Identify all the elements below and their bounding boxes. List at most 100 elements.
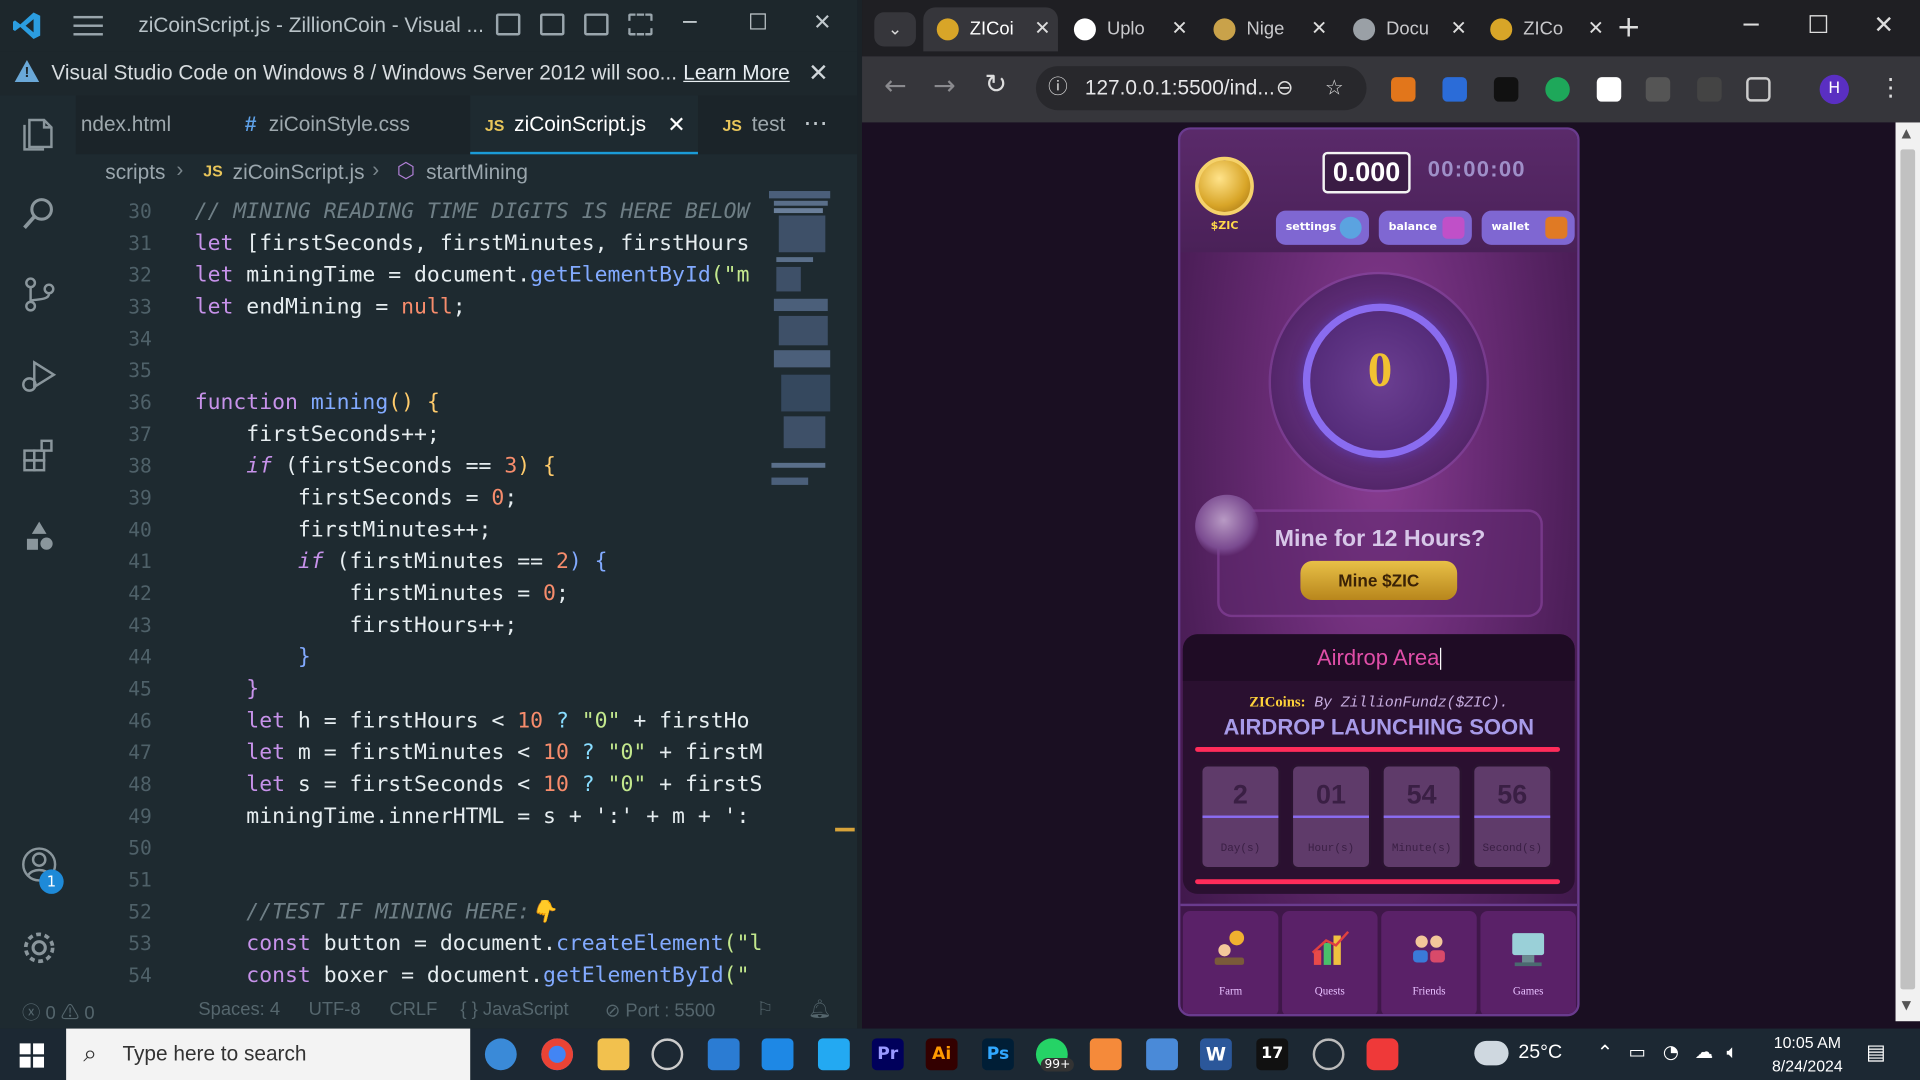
new-tab-icon[interactable]: + [1616, 10, 1641, 44]
minimize-icon[interactable]: ─ [683, 10, 696, 36]
browser-tab-docu[interactable]: Docu ✕ [1340, 7, 1475, 51]
notifications-icon[interactable]: ▤ [1866, 1041, 1886, 1065]
extension-icon[interactable] [1596, 77, 1622, 102]
tab-index-html[interactable]: ndex.html [81, 96, 171, 155]
media-player-icon[interactable] [651, 1038, 684, 1071]
volume-icon[interactable]: 🔈︎ [1727, 1041, 1738, 1063]
source-control-icon[interactable] [20, 274, 59, 313]
nav-games[interactable]: Games [1480, 911, 1576, 1014]
settings-gear-icon[interactable] [20, 928, 59, 967]
tab-test[interactable]: JS test [722, 96, 791, 155]
mine-zic-button[interactable]: Mine $ZIC [1300, 560, 1458, 601]
site-info-icon[interactable]: ⓘ [1048, 66, 1068, 110]
mail-icon[interactable] [761, 1038, 794, 1071]
page-scrollbar[interactable]: ▲ ▼ [1895, 122, 1920, 1022]
indentation-status[interactable]: Spaces: 4 [198, 999, 280, 1020]
extensions-puzzle-icon[interactable] [1746, 77, 1771, 102]
store-icon[interactable] [707, 1038, 740, 1071]
testing-icon[interactable] [20, 517, 59, 556]
file-explorer-icon[interactable] [597, 1038, 630, 1071]
profile-avatar[interactable]: H [1819, 74, 1849, 105]
edge-icon[interactable] [484, 1038, 517, 1071]
feedback-icon[interactable]: ⚐ [757, 998, 773, 1020]
windows-start-icon[interactable] [19, 1043, 45, 1068]
illustrator-icon[interactable]: Ai [925, 1038, 958, 1071]
close-icon[interactable]: ✕ [813, 10, 831, 36]
eol-status[interactable]: CRLF [389, 999, 437, 1020]
breadcrumb-folder[interactable]: scripts [105, 160, 165, 184]
chrome-icon[interactable] [541, 1038, 574, 1071]
premiere-icon[interactable]: Pr [871, 1038, 904, 1071]
close-tab-icon[interactable]: ✕ [667, 96, 685, 155]
search-icon[interactable] [20, 193, 59, 232]
photoshop-icon[interactable]: Ps [982, 1038, 1014, 1071]
dismiss-notification-icon[interactable]: ✕ [808, 58, 829, 89]
reload-icon[interactable]: ↻ [984, 70, 1007, 101]
temperature[interactable]: 25°C [1518, 1042, 1562, 1064]
toggle-sidebar-icon[interactable] [495, 13, 521, 36]
battery-icon[interactable]: ▭ [1629, 1041, 1646, 1063]
wallet-button[interactable]: wallet [1481, 210, 1575, 245]
remote-desktop-icon[interactable] [1146, 1038, 1178, 1071]
scroll-down-icon[interactable]: ▼ [1902, 999, 1911, 1012]
obs-icon[interactable] [1312, 1038, 1345, 1071]
code-editor[interactable]: 30 31 32 33 34 35 36 37 38 39 40 41 42 43 44 45 46 47 48 49… [76, 191, 761, 987]
nav-farm[interactable]: Farm [1182, 911, 1279, 1014]
run-debug-icon[interactable] [20, 355, 59, 394]
system-clock[interactable]: 10:05 AM 8/24/2024 [1756, 1031, 1859, 1078]
address-bar[interactable]: ⓘ 127.0.0.1:5500/ind... ⊖ ☆ [1035, 66, 1367, 111]
browser-tab-zicoin[interactable]: ZICoi ✕ [923, 7, 1058, 52]
balance-button[interactable]: balance [1378, 210, 1472, 245]
show-hidden-icons-icon[interactable]: ⌃ [1597, 1041, 1613, 1064]
tab-search-icon[interactable]: ⌄ [874, 12, 916, 47]
qr-extension-icon[interactable] [1645, 77, 1671, 102]
maximize-icon[interactable]: ☐ [748, 10, 768, 36]
encoding-status[interactable]: UTF-8 [309, 999, 361, 1020]
extension-icon[interactable] [1442, 77, 1467, 102]
errors-warnings[interactable]: ⓧ 0 ⚠ 0 [22, 999, 94, 1025]
browser-tab-zicoin-2[interactable]: ZICo ✕ [1477, 7, 1612, 51]
scroll-up-icon[interactable]: ▲ [1902, 127, 1911, 140]
learn-more-link[interactable]: Learn More [683, 61, 789, 85]
menu-icon[interactable] [73, 12, 103, 39]
extension-icon[interactable] [1545, 77, 1570, 102]
more-actions-icon[interactable]: ⋯ [803, 108, 827, 137]
maximize-icon[interactable]: ☐ [1807, 10, 1829, 39]
vscode-taskbar-icon[interactable] [817, 1038, 850, 1071]
extension-icon[interactable] [1697, 77, 1722, 102]
browser-tab-nige[interactable]: Nige ✕ [1200, 7, 1335, 51]
tab-zicoinscript-js[interactable]: JS ziCoinScript.js ✕ [470, 95, 698, 155]
close-tab-icon[interactable]: ✕ [1034, 7, 1050, 51]
metamask-extension-icon[interactable] [1391, 77, 1416, 102]
taskbar-search[interactable]: ⌕ Type here to search [66, 1028, 471, 1080]
zoom-icon[interactable]: ⊖ [1276, 66, 1293, 110]
close-tab-icon[interactable]: ✕ [1588, 7, 1604, 51]
close-tab-icon[interactable]: ✕ [1311, 7, 1327, 51]
breadcrumb-symbol[interactable]: startMining [426, 160, 528, 184]
close-tab-icon[interactable]: ✕ [1171, 7, 1187, 51]
breadcrumb-file[interactable]: ziCoinScript.js [233, 160, 365, 184]
close-window-icon[interactable]: ✕ [1873, 10, 1894, 39]
wifi-icon[interactable]: ◔ [1663, 1041, 1679, 1063]
forward-icon[interactable]: → [933, 71, 956, 102]
browser-menu-icon[interactable]: ⋮ [1878, 72, 1902, 101]
toggle-secondary-sidebar-icon[interactable] [584, 13, 609, 36]
explorer-icon[interactable] [20, 113, 59, 152]
nav-friends[interactable]: Friends [1381, 911, 1477, 1014]
extensions-icon[interactable] [20, 436, 59, 475]
minimize-icon[interactable]: ─ [1744, 10, 1759, 39]
settings-button[interactable]: settings [1275, 210, 1369, 245]
back-icon[interactable]: ← [884, 71, 907, 102]
vivaldi-icon[interactable] [1366, 1038, 1399, 1071]
tradingview-icon[interactable]: 17 [1256, 1038, 1289, 1071]
nav-quests[interactable]: Quests [1282, 911, 1378, 1014]
customize-layout-icon[interactable] [628, 13, 653, 36]
browser-tab-github[interactable]: Uplo ✕ [1060, 7, 1195, 51]
extension-icon[interactable] [1493, 77, 1519, 102]
bell-icon[interactable]: 🔔︎ [808, 998, 831, 1020]
scrollbar-thumb[interactable] [1900, 149, 1916, 990]
minimap[interactable] [768, 191, 833, 497]
word-icon[interactable]: W [1200, 1038, 1232, 1071]
close-tab-icon[interactable]: ✕ [1451, 7, 1467, 51]
bookmark-star-icon[interactable]: ☆ [1325, 66, 1344, 110]
